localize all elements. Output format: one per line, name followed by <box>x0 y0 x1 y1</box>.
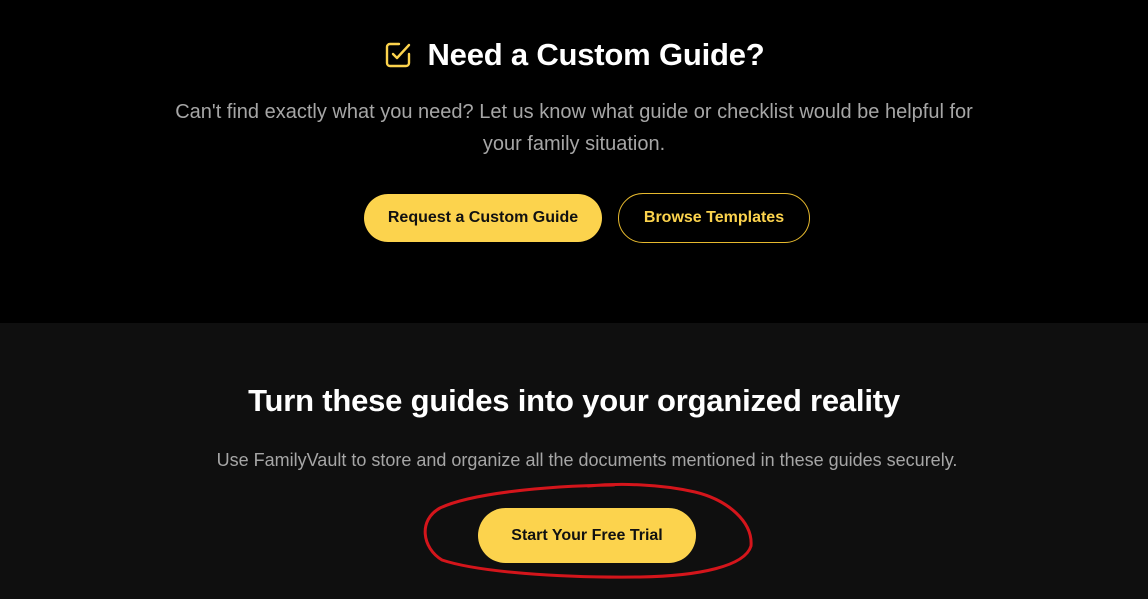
checkbox-pencil-icon <box>383 40 413 70</box>
start-free-trial-button[interactable]: Start Your Free Trial <box>478 508 696 563</box>
custom-guide-title: Need a Custom Guide? <box>427 37 765 72</box>
cta-section: Turn these guides into your organized re… <box>0 323 1148 599</box>
browse-templates-button[interactable]: Browse Templates <box>618 193 810 243</box>
custom-guide-heading: Need a Custom Guide? <box>0 33 1148 77</box>
cta-description: Use FamilyVault to store and organize al… <box>216 450 958 470</box>
request-custom-guide-button[interactable]: Request a Custom Guide <box>364 194 602 242</box>
custom-guide-description: Can't find exactly what you need? Let us… <box>175 101 973 155</box>
page: Need a Custom Guide? Can't find exactly … <box>0 0 1148 599</box>
cta-title: Turn these guides into your organized re… <box>248 383 900 418</box>
custom-guide-section: Need a Custom Guide? Can't find exactly … <box>0 0 1148 323</box>
